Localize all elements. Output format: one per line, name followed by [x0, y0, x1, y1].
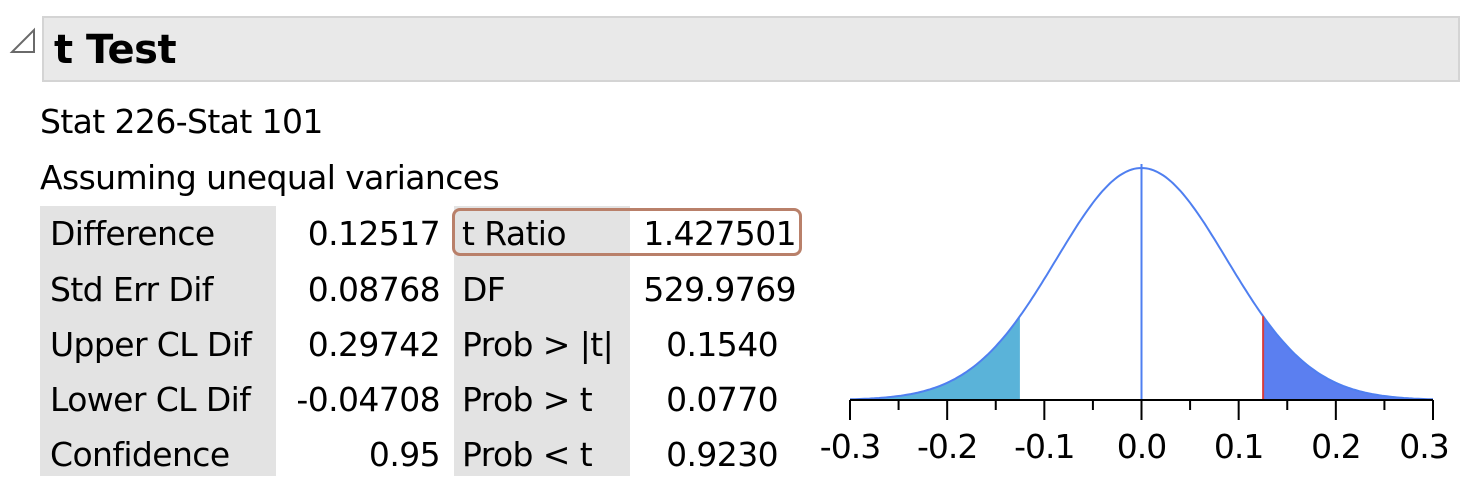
x-axis-ticks — [849, 400, 1434, 420]
x-tick-label: 0.2 — [1311, 427, 1361, 466]
x-tick-label: -0.2 — [916, 427, 978, 466]
x-tick-label: 0.1 — [1213, 427, 1264, 466]
x-tick-label: 0.3 — [1399, 427, 1449, 466]
t-distribution-chart — [849, 164, 1434, 420]
x-tick-label: -0.3 — [819, 427, 881, 466]
x-tick-label: 0.0 — [1116, 427, 1167, 466]
x-tick-label: -0.1 — [1014, 427, 1075, 466]
